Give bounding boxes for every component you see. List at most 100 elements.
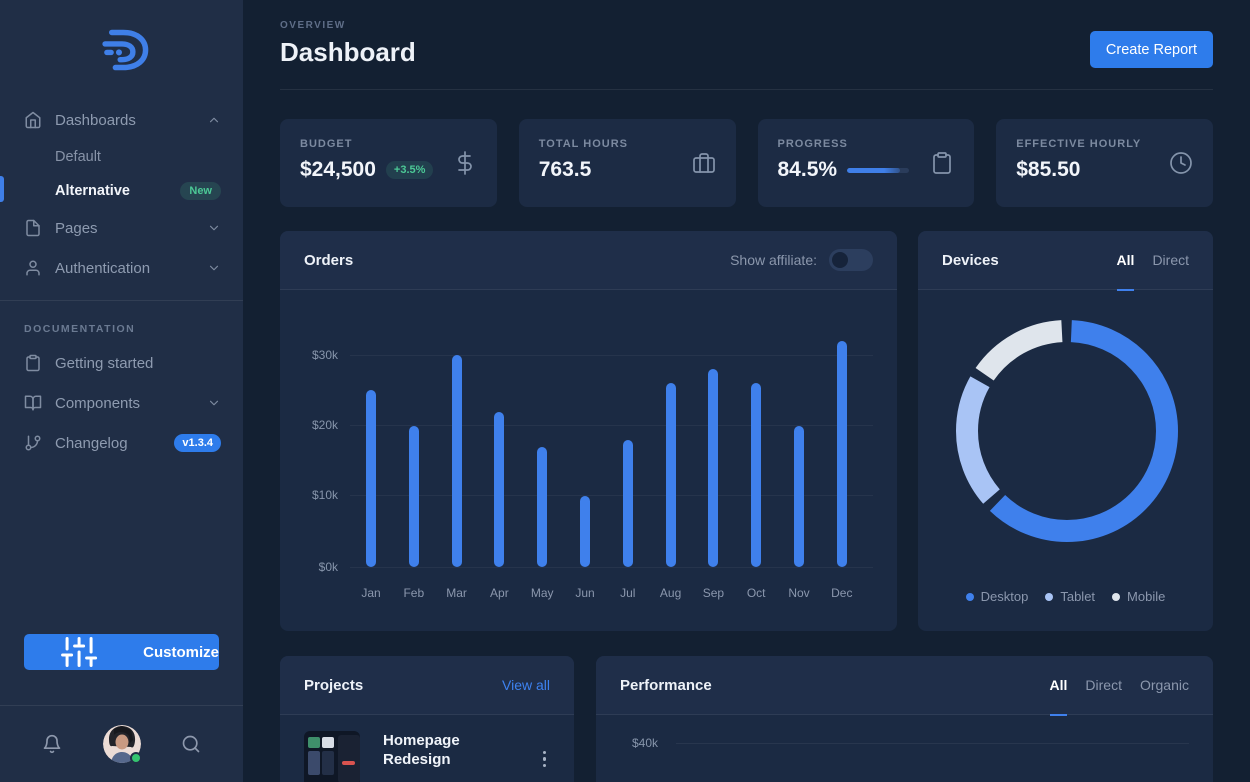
legend-label: Mobile <box>1127 589 1165 604</box>
x-axis-label: May <box>522 586 562 600</box>
x-axis-label: Aug <box>651 586 691 600</box>
x-axis-label: Feb <box>394 586 434 600</box>
panel-title: Projects <box>304 677 363 694</box>
bar-Mar <box>452 355 462 567</box>
stat-label: EFFECTIVE HOURLY <box>1016 138 1193 150</box>
tab-direct[interactable]: Direct <box>1152 231 1189 290</box>
sidebar-item-changelog[interactable]: Changelog v1.3.4 <box>0 423 243 463</box>
clipboard-icon <box>930 151 954 175</box>
customize-button[interactable]: Customize <box>24 634 219 670</box>
create-report-button[interactable]: Create Report <box>1090 31 1213 68</box>
stat-value: 84.5% <box>778 158 838 182</box>
sidebar-item-label: Default <box>55 149 101 165</box>
bar-Feb <box>409 426 419 567</box>
sidebar-item-label: Changelog <box>55 435 128 452</box>
sidebar-item-default[interactable]: Default <box>0 140 243 174</box>
version-badge: v1.3.4 <box>174 434 221 452</box>
breadcrumb-eyebrow: OVERVIEW <box>280 20 1213 31</box>
new-badge: New <box>180 182 221 200</box>
sidebar-item-components[interactable]: Components <box>0 383 243 423</box>
sidebar-item-dashboards[interactable]: Dashboards <box>0 100 243 140</box>
book-icon <box>24 394 42 412</box>
x-axis-label: Mar <box>437 586 477 600</box>
x-axis-label: Jun <box>565 586 605 600</box>
search-icon[interactable] <box>181 734 201 754</box>
tab-organic[interactable]: Organic <box>1140 656 1189 715</box>
active-nav-indicator <box>0 176 4 202</box>
devices-legend: Desktop Tablet Mobile <box>918 589 1213 604</box>
bar-Jan <box>366 390 376 567</box>
stat-label: PROGRESS <box>778 138 955 150</box>
devices-panel: Devices All Direct De <box>918 231 1213 631</box>
sidebar-footer <box>0 705 243 782</box>
project-list-item[interactable]: Homepage Redesign <box>304 731 550 782</box>
stat-card-budget: BUDGET $24,500 +3.5% <box>280 119 497 207</box>
stat-card-total-hours: TOTAL HOURS 763.5 <box>519 119 736 207</box>
x-axis-label: Nov <box>779 586 819 600</box>
stat-value: $24,500 <box>300 158 376 182</box>
sidebar-item-alternative[interactable]: Alternative New <box>0 174 243 208</box>
view-all-link[interactable]: View all <box>502 677 550 693</box>
bell-icon[interactable] <box>42 734 62 754</box>
sidebar: Dashboards Default Alternative New Pages <box>0 0 243 782</box>
y-axis-tick: $0k <box>290 560 338 574</box>
x-axis-label: Sep <box>693 586 733 600</box>
bar-Aug <box>666 383 676 567</box>
stat-value: 763.5 <box>539 158 592 182</box>
chevron-up-icon <box>207 113 221 127</box>
sidebar-item-getting-started[interactable]: Getting started <box>0 343 243 383</box>
y-axis-tick: $40k <box>632 736 658 750</box>
project-title: Homepage Redesign <box>383 731 483 782</box>
sidebar-item-label: Dashboards <box>55 112 136 129</box>
devices-donut-chart <box>952 316 1182 546</box>
logo-icon <box>93 21 151 79</box>
project-thumbnail <box>304 731 360 782</box>
progress-bar <box>847 168 909 173</box>
main-content: OVERVIEW Dashboard Create Report BUDGET … <box>243 0 1250 782</box>
branch-icon <box>24 434 42 452</box>
clock-icon <box>1169 151 1193 175</box>
chevron-down-icon <box>207 221 221 235</box>
legend-dot <box>1045 593 1053 601</box>
legend-label: Desktop <box>981 589 1029 604</box>
clipboard-icon <box>24 354 42 372</box>
dashboard-app: Dashboards Default Alternative New Pages <box>0 0 1250 782</box>
stat-label: TOTAL HOURS <box>539 138 716 150</box>
x-axis-label: Dec <box>822 586 862 600</box>
y-axis-tick: $30k <box>290 348 338 362</box>
x-axis-label: Jan <box>351 586 391 600</box>
legend-entry-tablet: Tablet <box>1045 589 1095 604</box>
performance-panel: Performance All Direct Organic $40k <box>596 656 1213 782</box>
bar-Jul <box>623 440 633 567</box>
briefcase-icon <box>692 151 716 175</box>
legend-entry-mobile: Mobile <box>1112 589 1165 604</box>
stat-value: $85.50 <box>1016 158 1080 182</box>
file-icon <box>24 219 42 237</box>
app-logo[interactable] <box>0 0 243 100</box>
bar-Nov <box>794 426 804 567</box>
orders-panel: Orders Show affiliate: $30k $20k <box>280 231 897 631</box>
y-axis-tick: $10k <box>290 488 338 502</box>
x-axis-label: Jul <box>608 586 648 600</box>
orders-chart: $30k $20k $10k $0k JanFebMarAprMayJunJul… <box>280 231 897 631</box>
progress-bar-fill <box>847 168 900 173</box>
sidebar-item-label: Getting started <box>55 355 153 372</box>
sidebar-item-pages[interactable]: Pages <box>0 208 243 248</box>
chevron-down-icon <box>207 261 221 275</box>
tab-all[interactable]: All <box>1050 656 1068 715</box>
tab-direct[interactable]: Direct <box>1085 656 1122 715</box>
legend-dot <box>1112 593 1120 601</box>
more-vertical-icon[interactable] <box>539 747 551 772</box>
tab-all[interactable]: All <box>1117 231 1135 290</box>
stat-label: BUDGET <box>300 138 477 150</box>
sidebar-item-authentication[interactable]: Authentication <box>0 248 243 288</box>
bar-Jun <box>580 496 590 567</box>
user-icon <box>24 259 42 277</box>
avatar[interactable] <box>103 725 141 763</box>
legend-entry-desktop: Desktop <box>966 589 1029 604</box>
panel-title: Performance <box>620 677 712 694</box>
legend-label: Tablet <box>1060 589 1095 604</box>
panel-title: Devices <box>942 252 999 269</box>
chevron-down-icon <box>207 396 221 410</box>
stat-card-progress: PROGRESS 84.5% <box>758 119 975 207</box>
